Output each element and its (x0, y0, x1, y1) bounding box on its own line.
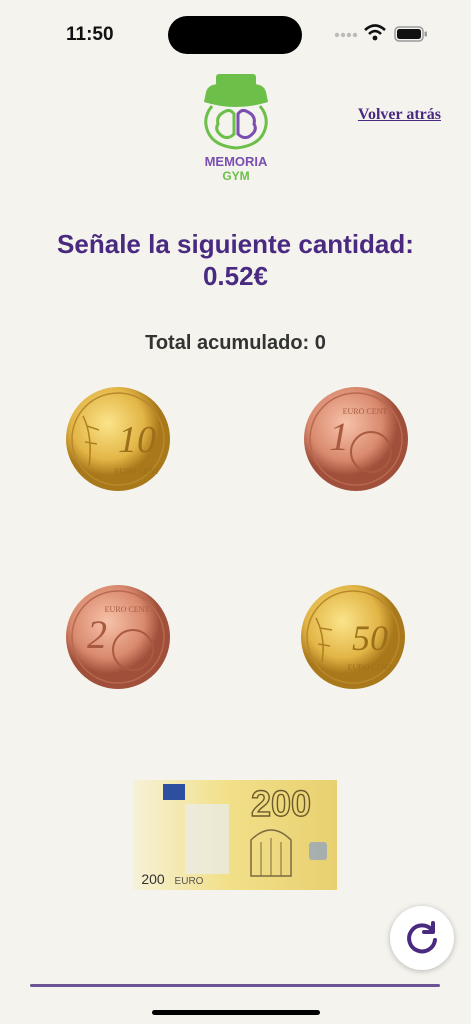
total-value: 0 (314, 332, 326, 354)
bottom-divider (30, 984, 440, 987)
refresh-button[interactable] (390, 906, 454, 970)
wifi-icon (364, 24, 386, 41)
banknote-200-euro[interactable]: 200 200 EURO (133, 780, 337, 890)
coin-50-value: 50 (352, 618, 388, 658)
back-link[interactable]: Volver atrás (358, 106, 441, 124)
memoria-gym-logo: MEMORIA GYM (196, 72, 276, 184)
coin-2-sub: EURO CENT (105, 605, 150, 614)
coin-2-cent[interactable]: 2 EURO CENT (65, 584, 171, 690)
target-amount: 0.52€ (202, 261, 269, 291)
banknote-value-small: 200 (141, 871, 165, 887)
coin-50-cent[interactable]: 50 EURO CENT (300, 584, 406, 690)
logo-text-memoria: MEMORIA (205, 154, 268, 169)
battery-icon (394, 26, 427, 42)
banknote-graphic: 200 200 EURO (133, 780, 337, 890)
refresh-icon (407, 921, 437, 954)
total-label: Total acumulado: (145, 332, 310, 354)
home-indicator[interactable] (152, 1010, 320, 1015)
coin-50-sub: EURO CENT (348, 663, 393, 672)
coin-1-value: 1 (329, 414, 349, 459)
coin-10-sub: EURO CENT (115, 467, 160, 476)
logo-text-gym: GYM (222, 169, 249, 183)
coin-10-value: 10 (118, 419, 156, 461)
dynamic-island (168, 16, 302, 54)
status-bar: 11:50 (0, 0, 471, 60)
banknote-currency: EURO (175, 876, 204, 887)
coin-10-graphic: 10 EURO CENT (66, 387, 170, 491)
total-accumulated: Total acumulado: 0 (0, 332, 471, 355)
coin-50-graphic: 50 EURO CENT (301, 585, 405, 689)
coin-1-sub: EURO CENT (343, 407, 388, 416)
prompt: Señale la siguiente cantidad: 0.52€ (0, 228, 471, 292)
coin-1-cent[interactable]: 1 EURO CENT (303, 386, 409, 492)
status-time: 11:50 (66, 24, 114, 45)
prompt-text: Señale la siguiente cantidad: (57, 229, 414, 259)
banknote-value-large: 200 (251, 783, 311, 824)
coin-1-graphic: 1 EURO CENT (304, 387, 408, 491)
logo-graphic: MEMORIA GYM (204, 74, 268, 183)
coin-10-cent[interactable]: 10 EURO CENT (65, 386, 171, 492)
coin-2-value: 2 (87, 612, 107, 657)
coin-2-graphic: 2 EURO CENT (66, 585, 170, 689)
signal-icon (334, 32, 358, 38)
